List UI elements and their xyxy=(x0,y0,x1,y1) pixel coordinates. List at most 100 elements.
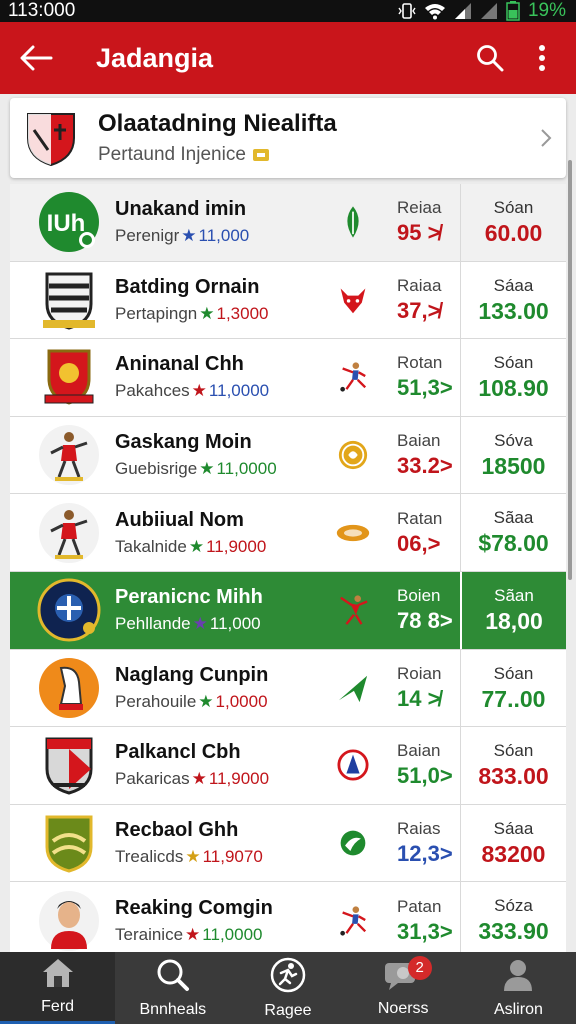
league-subtitle-text: Pertaund Injenice xyxy=(98,144,246,165)
score-label: Sáaa xyxy=(493,275,534,295)
nav-item-noerss[interactable]: Noerss 2 xyxy=(346,952,461,1024)
team-subtitle-value: 11,9000 xyxy=(208,769,270,789)
search-button[interactable] xyxy=(464,22,516,94)
team-subtitle-value: 1,0000 xyxy=(215,691,268,711)
nav-item-ferd[interactable]: Ferd xyxy=(0,952,116,1024)
horse-head-crest-icon xyxy=(37,656,101,720)
scrollbar[interactable] xyxy=(568,160,572,580)
score-block[interactable]: Sáaa 83200 xyxy=(460,804,566,882)
score-value: 133.00 xyxy=(478,297,549,324)
team-info: Aninanal Chh Pakahces ★ 11,0000 xyxy=(115,353,315,401)
score-value: 18500 xyxy=(481,452,546,479)
team-subtitle: Perahouile ★ 1,0000 xyxy=(115,692,315,712)
team-subtitle-value: 11,9070 xyxy=(202,847,263,867)
team-row[interactable]: Peranicnc Mihh Pehllande ★ 11,000 Boien 78 8>… xyxy=(10,571,566,650)
green-circle-badge-icon: IUh xyxy=(37,190,101,254)
home-icon xyxy=(41,957,75,994)
team-subtitle-text: Pehllande xyxy=(115,614,191,634)
back-arrow-icon xyxy=(20,45,53,71)
star-icon: ★ xyxy=(188,536,205,556)
search-icon xyxy=(477,45,504,72)
app-bar: Jadangia xyxy=(0,22,576,94)
league-header-card[interactable]: Olaatadning Niealifta Pertaund Injenice xyxy=(10,98,566,178)
team-row[interactable]: Aubiiual Nom Takalnide ★ 11,9000 Ratan 06,> Sã… xyxy=(10,494,566,572)
score-label: Sóva xyxy=(494,430,533,450)
team-subtitle-value: 11,0000 xyxy=(202,924,263,944)
team-subtitle-text: Pakaricas xyxy=(115,769,190,789)
notification-badge: 2 xyxy=(407,956,432,980)
team-row[interactable]: Reaking Comgin Terainice ★ 11,0000 Patan 31,3… xyxy=(10,882,566,960)
team-subtitle: Trealicds ★ 11,9070 xyxy=(115,847,315,867)
team-row[interactable]: Palkancl Cbh Pakaricas ★ 11,9000 Baian 51,0> S… xyxy=(10,727,566,805)
star-icon: ★ xyxy=(198,691,214,711)
team-info: Palkancl Cbh Pakaricas ★ 11,9000 xyxy=(115,741,315,789)
team-row[interactable]: Gaskang Moin Guebisrige ★ 11,0000 Baian 33.2>… xyxy=(10,416,566,495)
battery-icon xyxy=(506,1,520,21)
score-block[interactable]: Sóza 333.90 xyxy=(460,882,566,959)
back-button[interactable] xyxy=(0,22,72,94)
team-subtitle-text: Trealicds xyxy=(115,847,184,867)
ticket-icon xyxy=(252,149,269,161)
team-name: Recbaol Ghh xyxy=(115,819,239,842)
status-bar: 113:000 19% xyxy=(0,0,576,22)
player-kick-icon xyxy=(323,901,383,941)
score-value: 60.00 xyxy=(484,220,543,246)
team-row[interactable]: Naglang Cunpin Perahouile ★ 1,0000 Roian 14 ≯… xyxy=(10,649,566,728)
red-shield-crest-icon xyxy=(37,345,101,409)
team-row[interactable]: Recbaol Ghh Trealicds ★ 11,9070 Raias 12,3> Sá… xyxy=(10,804,566,883)
team-name: Naglang Cunpin xyxy=(115,663,269,686)
score-value: 18,00 xyxy=(485,607,543,634)
olive-shield-crest-icon xyxy=(37,811,101,875)
team-name: Aninanal Chh xyxy=(115,353,244,376)
star-icon: ★ xyxy=(191,381,207,401)
team-row[interactable]: Aninanal Chh Pakahces ★ 11,0000 Rotan 51,3> Só… xyxy=(10,339,566,417)
nav-item-asliron[interactable]: Asliron xyxy=(461,952,576,1024)
team-info: Batding Ornain Pertapingn ★ 1,3000 xyxy=(115,276,315,324)
team-name: Unakand imin xyxy=(115,198,247,221)
score-label: Sáaa xyxy=(493,818,534,838)
team-row[interactable]: IUh Unakand imin Perenigr ★ 11,000 Reiaa 95 ≯ S… xyxy=(10,184,566,262)
page-title: Jadangia xyxy=(96,42,214,73)
score-block[interactable]: Sóan 60.00 xyxy=(460,184,566,261)
team-info: Aubiiual Nom Takalnide ★ 11,9000 xyxy=(115,509,315,557)
gold-coin-icon xyxy=(323,435,383,475)
score-block[interactable]: Sãan 18,00 xyxy=(460,571,566,649)
score-value: 333.90 xyxy=(478,918,549,945)
navy-round-crest-icon xyxy=(37,578,101,642)
nav-label: Bnnheals xyxy=(139,1000,207,1018)
team-subtitle-text: Terainice xyxy=(115,924,184,944)
status-time: 113:000 xyxy=(8,0,76,21)
team-name: Peranicnc Mihh xyxy=(115,586,263,609)
team-subtitle-value: 11,000 xyxy=(209,614,261,634)
chevron-right-icon xyxy=(526,128,566,148)
nav-item-bnnheals[interactable]: Bnnheals xyxy=(115,952,230,1024)
svg-text:IUh: IUh xyxy=(47,210,86,237)
profile-icon xyxy=(502,958,534,997)
runner-icon xyxy=(270,957,306,998)
bull-head-icon xyxy=(323,280,383,320)
team-subtitle-value: 1,3000 xyxy=(216,303,269,323)
score-label: Sãaa xyxy=(493,508,534,528)
team-subtitle-value: 11,0000 xyxy=(216,459,277,479)
team-subtitle-value: 11,0000 xyxy=(208,381,270,401)
score-block[interactable]: Sáaa 133.00 xyxy=(460,261,566,339)
green-arrow-icon xyxy=(323,668,383,708)
score-value: 833.00 xyxy=(478,763,549,790)
score-block[interactable]: Sóan 77..00 xyxy=(460,649,566,727)
nav-label: Asliron xyxy=(493,1000,543,1018)
nav-item-ragee[interactable]: Ragee xyxy=(230,952,345,1024)
score-block[interactable]: Sóan 108.90 xyxy=(460,339,566,416)
score-block[interactable]: Sãaa $78.00 xyxy=(460,494,566,571)
team-info: Reaking Comgin Terainice ★ 11,0000 xyxy=(115,897,315,945)
score-block[interactable]: Sóan 833.00 xyxy=(460,727,566,804)
team-subtitle: Pertapingn ★ 1,3000 xyxy=(115,304,315,324)
team-subtitle-text: Perahouile xyxy=(115,691,197,711)
more-options-button[interactable] xyxy=(516,22,568,94)
team-info: Unakand imin Perenigr ★ 11,000 xyxy=(115,198,315,246)
bottom-navigation: Ferd Bnnheals Ragee Noerss 2 Asliron xyxy=(0,952,576,1024)
score-value: $78.00 xyxy=(478,530,549,557)
score-block[interactable]: Sóva 18500 xyxy=(460,416,566,494)
team-name: Batding Ornain xyxy=(115,275,260,298)
score-label: Sóan xyxy=(493,663,534,683)
team-row[interactable]: Batding Ornain Pertapingn ★ 1,3000 Raiaa 37,≯… xyxy=(10,261,566,340)
